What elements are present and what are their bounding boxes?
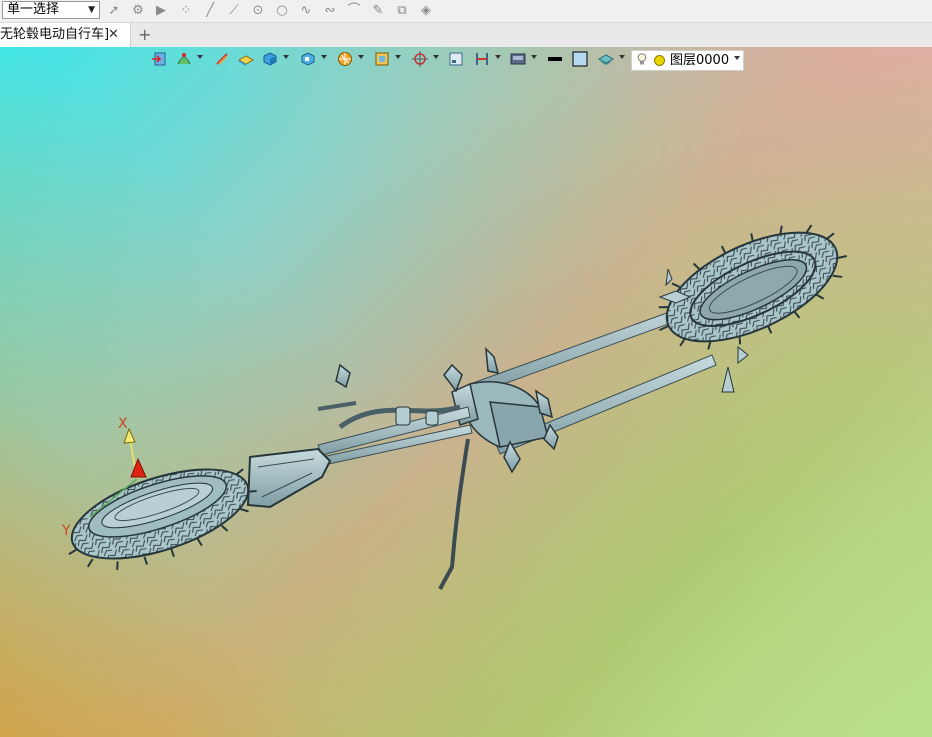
selection-mode-value: 单一选择 xyxy=(7,2,60,17)
background-icon[interactable] xyxy=(510,51,526,67)
chevron-down-icon[interactable] xyxy=(433,55,439,59)
stack-icon[interactable]: ⧉ xyxy=(394,3,410,19)
axis-y-label: Y xyxy=(62,523,71,539)
pointer-icon[interactable]: ➚ xyxy=(106,3,122,19)
line-icon[interactable]: ╱ xyxy=(202,3,218,19)
lightbulb-icon[interactable] xyxy=(637,53,647,65)
rear-wheel xyxy=(68,468,257,571)
battery-housing xyxy=(246,447,332,509)
front-wheel xyxy=(658,224,848,350)
bicycle-model[interactable] xyxy=(0,47,932,737)
curve-icon[interactable]: ∿ xyxy=(298,3,314,19)
play-icon[interactable]: ▶ xyxy=(153,3,169,19)
view-cube-icon[interactable] xyxy=(374,51,390,67)
fill-color-icon[interactable] xyxy=(572,51,588,67)
tab-document[interactable]: 无轮毂电动自行车] ✕ xyxy=(0,23,131,47)
snap-icon[interactable] xyxy=(176,51,192,67)
display-mode-icon[interactable] xyxy=(300,51,316,67)
layer-select[interactable]: 图层0000 xyxy=(631,50,744,71)
selection-mode-select[interactable]: 单一选择 ▼ xyxy=(2,1,100,19)
section-icon[interactable] xyxy=(474,51,490,67)
chevron-down-icon[interactable] xyxy=(619,55,625,59)
pen-icon[interactable]: ✎ xyxy=(370,3,386,19)
chevron-down-icon[interactable] xyxy=(321,55,327,59)
circle-center-icon[interactable]: ⊙ xyxy=(250,3,266,19)
chevron-down-icon[interactable] xyxy=(283,55,289,59)
3d-viewport[interactable]: X Y xyxy=(0,47,932,737)
chevron-down-icon[interactable] xyxy=(531,55,537,59)
filter-icon[interactable]: ⚙ xyxy=(130,3,146,19)
layer-name: 图层0000 xyxy=(670,53,730,68)
rear-tubes xyxy=(317,401,473,466)
line-color-icon[interactable] xyxy=(547,51,563,67)
chevron-down-icon[interactable] xyxy=(197,55,203,59)
measure-icon[interactable] xyxy=(214,51,230,67)
plane-icon[interactable] xyxy=(238,51,254,67)
view-toolbar xyxy=(0,47,932,75)
layers-icon[interactable]: ◈ xyxy=(418,3,434,19)
tab-document-label: 无轮毂电动自行车] xyxy=(0,27,110,42)
segment-icon[interactable]: ⟋ xyxy=(226,3,242,19)
layer-color-icon[interactable] xyxy=(654,55,665,66)
top-toolbar: 单一选择 ▼ ➚ ⚙ ▶ ⁘ ╱ ⟋ ⊙ ○ ∿ ∾ ⌒ ✎ ⧉ ◈ xyxy=(0,0,932,23)
chevron-down-icon[interactable] xyxy=(395,55,401,59)
axis-x-label: X xyxy=(118,416,128,432)
new-tab-button[interactable]: + xyxy=(138,23,154,47)
points-icon[interactable]: ⁘ xyxy=(178,3,194,19)
fit-view-icon[interactable] xyxy=(448,51,464,67)
exit-sketch-icon[interactable] xyxy=(151,51,167,67)
chevron-down-icon: ▼ xyxy=(88,5,95,15)
orient-icon[interactable] xyxy=(412,51,428,67)
render-icon[interactable] xyxy=(337,51,353,67)
circle-icon[interactable]: ○ xyxy=(274,3,290,19)
solid-view-icon[interactable] xyxy=(262,51,278,67)
chevron-down-icon[interactable] xyxy=(358,55,364,59)
close-icon[interactable]: ✕ xyxy=(108,23,119,47)
spline-icon[interactable]: ∾ xyxy=(322,3,338,19)
kickstand xyxy=(438,438,470,590)
arc-icon[interactable]: ⌒ xyxy=(346,3,362,19)
chevron-down-icon[interactable] xyxy=(495,55,501,59)
layer-manager-icon[interactable] xyxy=(598,51,614,67)
document-tab-bar: 无轮毂电动自行车] ✕ + xyxy=(0,23,932,47)
chevron-down-icon[interactable] xyxy=(734,56,740,60)
